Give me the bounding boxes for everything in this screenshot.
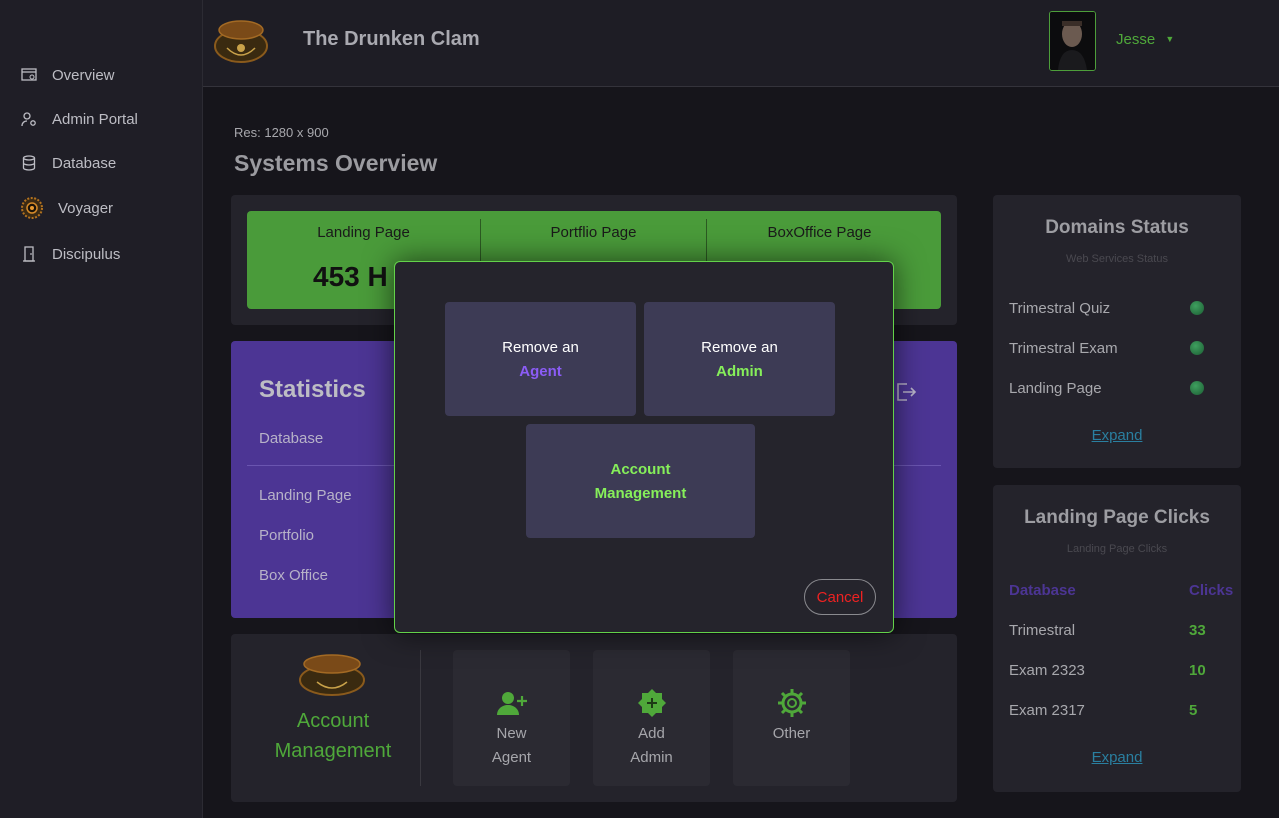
account-management-card: Account Management New Agent Add Admin O… (231, 634, 957, 802)
account-management-button[interactable]: Account Management (526, 424, 755, 538)
tile-label: Add (638, 725, 665, 742)
statistics-landing-label: Landing Page (259, 487, 352, 504)
clicks-title: Landing Page Clicks (1024, 507, 1210, 528)
user-name: Jesse (1116, 31, 1156, 48)
sidebar-item-label: Database (52, 154, 117, 172)
statistics-database-label: Database (259, 430, 324, 447)
clicks-row-name: Exam 2317 (1009, 702, 1085, 719)
sidebar-item-voyager[interactable]: Voyager (20, 196, 113, 220)
statistics-portfolio-label: Portfolio (259, 527, 315, 544)
sidebar-item-label: Discipulus (52, 245, 121, 263)
sidebar: Overview Admin Portal Database Voyager D… (0, 0, 203, 818)
clicks-expand-link[interactable]: Expand (993, 749, 1241, 766)
overview-icon (20, 66, 38, 84)
tile-label: Other (772, 725, 811, 742)
voyager-icon (20, 196, 44, 220)
statistics-title: Statistics (259, 376, 366, 403)
landing-clicks-card: Landing Page Clicks Landing Page Clicks … (993, 485, 1241, 792)
remove-admin-button[interactable]: Remove an Admin (644, 302, 835, 416)
gear-icon (733, 688, 850, 718)
door-icon (20, 245, 38, 263)
divider (420, 650, 421, 786)
top-header: The Drunken Clam Jesse ▼ (203, 0, 1279, 87)
clicks-row-name: Exam 2323 (1009, 662, 1085, 679)
sidebar-item-database[interactable]: Database (20, 154, 116, 172)
remove-agent-button[interactable]: Remove an Agent (445, 302, 636, 416)
logout-icon[interactable] (895, 382, 917, 407)
button-highlight: Agent (519, 363, 562, 380)
sidebar-item-admin-portal[interactable]: Admin Portal (20, 110, 138, 128)
cancel-button[interactable]: Cancel (804, 579, 876, 615)
landing-page-value: 453 H (313, 261, 388, 292)
tile-label: Admin (630, 749, 673, 766)
user-menu[interactable]: Jesse ▼ (1116, 31, 1174, 48)
status-online-icon (1190, 341, 1204, 355)
clicks-header-database: Database (1009, 582, 1076, 599)
domains-subtitle: Web Services Status (1066, 253, 1168, 265)
domains-title: Domains Status (1045, 217, 1189, 238)
tile-label: Agent (491, 749, 532, 766)
other-tile[interactable]: Other (733, 650, 850, 786)
title-line: Management (274, 740, 392, 762)
tile-label: New (496, 725, 527, 742)
sidebar-item-label: Overview (52, 66, 115, 84)
clicks-row-value: 5 (1189, 702, 1198, 719)
clicks-header-clicks: Clicks (1189, 582, 1234, 599)
status-online-icon (1190, 381, 1204, 395)
button-highlight: Admin (716, 363, 763, 380)
clicks-subtitle: Landing Page Clicks (1066, 543, 1168, 555)
clicks-row-value: 10 (1189, 662, 1206, 679)
account-management-title: Account Management (231, 706, 435, 766)
status-online-icon (1190, 301, 1204, 315)
resolution-label: Res: 1280 x 900 (234, 125, 329, 140)
caret-down-icon: ▼ (1165, 34, 1175, 44)
sidebar-item-discipulus[interactable]: Discipulus (20, 245, 120, 263)
sidebar-item-label: Voyager (58, 199, 114, 217)
brand-title: The Drunken Clam (303, 28, 480, 50)
domain-name: Trimestral Quiz (1009, 300, 1111, 317)
brand-logo[interactable] (213, 18, 269, 69)
add-user-icon (453, 690, 570, 718)
account-actions-modal: Remove an Agent Remove an Admin Account … (394, 261, 894, 633)
page-title: Systems Overview (234, 150, 438, 176)
domains-status-card: Domains Status Web Services Status Trime… (993, 195, 1241, 468)
button-highlight: Management (594, 485, 687, 502)
clicks-row-name: Trimestral (1009, 622, 1076, 639)
clicks-row-value: 33 (1189, 622, 1206, 639)
new-agent-tile[interactable]: New Agent (453, 650, 570, 786)
add-admin-tile[interactable]: Add Admin (593, 650, 710, 786)
add-admin-icon (593, 688, 710, 718)
sidebar-item-overview[interactable]: Overview (20, 66, 115, 84)
button-text: Remove an (701, 339, 778, 356)
domain-name: Trimestral Exam (1009, 340, 1118, 357)
admin-icon (20, 110, 38, 128)
button-highlight: Account (610, 461, 671, 478)
database-icon (20, 154, 38, 172)
button-text: Remove an (502, 339, 579, 356)
title-line: Account (296, 710, 370, 732)
domains-expand-link[interactable]: Expand (993, 427, 1241, 444)
sidebar-item-label: Admin Portal (52, 110, 138, 128)
domain-name: Landing Page (1009, 380, 1102, 397)
statistics-boxoffice-label: Box Office (259, 567, 328, 584)
user-avatar[interactable] (1049, 11, 1096, 71)
brand-logo-small (297, 652, 367, 702)
